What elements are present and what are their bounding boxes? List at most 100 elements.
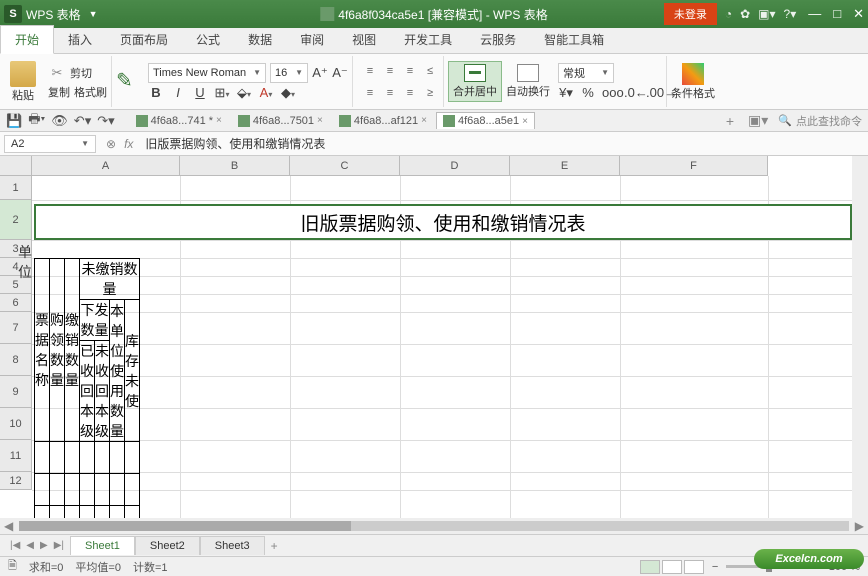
normal-view-button[interactable] bbox=[640, 560, 660, 574]
italic-button[interactable]: I bbox=[170, 85, 186, 100]
close-tab-icon[interactable]: × bbox=[421, 115, 427, 126]
menu-tab-0[interactable]: 开始 bbox=[0, 25, 54, 54]
minimize-button[interactable]: — bbox=[808, 6, 821, 22]
add-sheet-button[interactable]: + bbox=[265, 539, 284, 553]
sheet-title-cell[interactable]: 旧版票据购领、使用和缴销情况表 bbox=[34, 204, 852, 240]
fx-icon[interactable]: fx bbox=[124, 137, 133, 151]
sheet-tab-Sheet2[interactable]: Sheet2 bbox=[135, 536, 200, 555]
fill-color-button[interactable]: ⬙▾ bbox=[236, 85, 252, 101]
format-painter-icon[interactable]: ✎ bbox=[116, 68, 140, 96]
menu-tab-6[interactable]: 视图 bbox=[338, 26, 390, 53]
menu-tab-9[interactable]: 智能工具箱 bbox=[530, 26, 618, 53]
phonetic-button[interactable]: ◆▾ bbox=[280, 85, 296, 101]
align-right-button[interactable]: ≡ bbox=[401, 83, 419, 103]
border-button[interactable]: ⊞▾ bbox=[214, 85, 230, 101]
paste-button[interactable]: 粘贴 bbox=[6, 61, 40, 103]
preview-icon[interactable]: 👁 bbox=[51, 113, 68, 129]
col-header-B[interactable]: B bbox=[180, 156, 290, 176]
increase-decimal-button[interactable]: .0← bbox=[624, 85, 640, 100]
command-search[interactable]: 🔍 点此查找命令 bbox=[778, 113, 862, 129]
cut-button[interactable]: ✂剪切 bbox=[48, 64, 107, 82]
name-box[interactable]: A2▼ bbox=[4, 135, 96, 153]
next-sheet-icon[interactable]: ▶ bbox=[38, 540, 50, 551]
align-bottom-button[interactable]: ≡ bbox=[401, 61, 419, 81]
indent-left-button[interactable]: ≤ bbox=[421, 61, 439, 81]
row-header-8[interactable]: 8 bbox=[0, 344, 32, 376]
tab-list-button[interactable]: ▣▾ bbox=[744, 112, 772, 129]
align-center-button[interactable]: ≡ bbox=[381, 83, 399, 103]
page-view-button[interactable] bbox=[662, 560, 682, 574]
underline-button[interactable]: U bbox=[192, 85, 208, 100]
doc-tab-1[interactable]: 4f6a8...7501× bbox=[231, 112, 330, 130]
sheet-tab-Sheet3[interactable]: Sheet3 bbox=[200, 536, 265, 555]
row-header-10[interactable]: 10 bbox=[0, 408, 32, 440]
comma-button[interactable]: ооо bbox=[602, 85, 618, 100]
vertical-scrollbar[interactable] bbox=[852, 156, 868, 518]
save-icon[interactable]: 💾 bbox=[6, 113, 22, 129]
font-name-select[interactable]: Times New Roman▼ bbox=[148, 63, 266, 83]
decrease-decimal-button[interactable]: .00→ bbox=[646, 85, 662, 100]
percent-button[interactable]: % bbox=[580, 85, 596, 100]
first-sheet-icon[interactable]: |◀ bbox=[8, 540, 22, 551]
col-header-F[interactable]: F bbox=[620, 156, 768, 176]
formula-input[interactable]: 旧版票据购领、使用和缴销情况表 bbox=[139, 133, 868, 154]
close-tab-icon[interactable]: × bbox=[216, 115, 222, 126]
scroll-left-icon[interactable]: ◀ bbox=[0, 519, 17, 533]
close-tab-icon[interactable]: × bbox=[317, 115, 323, 126]
sheet-tab-Sheet1[interactable]: Sheet1 bbox=[70, 536, 135, 555]
cancel-formula-icon[interactable]: ⊗ bbox=[106, 137, 116, 151]
spreadsheet-grid[interactable]: ABCDEF 123456789101112 旧版票据购领、使用和缴销情况表 单… bbox=[0, 156, 868, 534]
menu-tab-8[interactable]: 云服务 bbox=[466, 26, 530, 53]
menu-tab-2[interactable]: 页面布局 bbox=[106, 26, 182, 53]
redo-icon[interactable]: ↷▾ bbox=[97, 113, 114, 129]
currency-button[interactable]: ¥▾ bbox=[558, 85, 574, 101]
wrap-text-button[interactable]: 自动换行 bbox=[506, 64, 550, 99]
merge-center-button[interactable]: 合并居中 bbox=[448, 61, 502, 102]
row-header-6[interactable]: 6 bbox=[0, 294, 32, 312]
row-header-12[interactable]: 12 bbox=[0, 472, 32, 490]
scroll-right-icon[interactable]: ▶ bbox=[851, 519, 868, 533]
print-icon[interactable]: 🖶▾ bbox=[28, 110, 45, 132]
zoom-out-button[interactable]: − bbox=[712, 561, 718, 573]
doc-tab-2[interactable]: 4f6a8...af121× bbox=[332, 112, 434, 130]
gear-icon[interactable]: ✿ bbox=[740, 7, 750, 21]
horizontal-scrollbar[interactable]: ◀ ▶ bbox=[0, 518, 868, 534]
doc-tab-3[interactable]: 4f6a8...a5e1× bbox=[436, 112, 535, 129]
undo-icon[interactable]: ↶▾ bbox=[74, 113, 91, 129]
row-header-11[interactable]: 11 bbox=[0, 440, 32, 472]
col-header-D[interactable]: D bbox=[400, 156, 510, 176]
select-all-corner[interactable] bbox=[0, 156, 32, 176]
prev-sheet-icon[interactable]: ◀ bbox=[24, 540, 36, 551]
font-size-select[interactable]: 16▼ bbox=[270, 63, 308, 83]
indent-right-button[interactable]: ≥ bbox=[421, 83, 439, 103]
col-header-E[interactable]: E bbox=[510, 156, 620, 176]
close-button[interactable]: ✕ bbox=[853, 6, 864, 22]
close-tab-icon[interactable]: × bbox=[522, 116, 528, 127]
bold-button[interactable]: B bbox=[148, 85, 164, 100]
maximize-button[interactable]: □ bbox=[833, 6, 841, 22]
last-sheet-icon[interactable]: ▶| bbox=[52, 540, 66, 551]
help-icon[interactable]: ?▾ bbox=[784, 7, 797, 21]
font-color-button[interactable]: A▾ bbox=[258, 85, 274, 100]
menu-tab-1[interactable]: 插入 bbox=[54, 26, 106, 53]
row-header-2[interactable]: 2 bbox=[0, 200, 32, 240]
menu-tab-7[interactable]: 开发工具 bbox=[390, 26, 466, 53]
login-button[interactable]: 未登录 bbox=[664, 3, 717, 25]
row-header-9[interactable]: 9 bbox=[0, 376, 32, 408]
row-header-1[interactable]: 1 bbox=[0, 176, 32, 200]
reading-view-button[interactable] bbox=[684, 560, 704, 574]
app-menu-dropdown[interactable]: ▼ bbox=[89, 9, 98, 19]
menu-tab-4[interactable]: 数据 bbox=[234, 26, 286, 53]
increase-font-button[interactable]: A⁺ bbox=[312, 65, 328, 81]
row-header-7[interactable]: 7 bbox=[0, 312, 32, 344]
format-painter-button[interactable]: 格式刷 bbox=[74, 84, 107, 100]
copy-button[interactable]: 复制 bbox=[48, 84, 70, 100]
col-header-C[interactable]: C bbox=[290, 156, 400, 176]
decrease-font-button[interactable]: A⁻ bbox=[332, 65, 348, 81]
align-middle-button[interactable]: ≡ bbox=[381, 61, 399, 81]
menu-tab-5[interactable]: 审阅 bbox=[286, 26, 338, 53]
number-format-select[interactable]: 常规▼ bbox=[558, 63, 614, 83]
menu-tab-3[interactable]: 公式 bbox=[182, 26, 234, 53]
new-tab-button[interactable]: + bbox=[722, 113, 738, 129]
align-left-button[interactable]: ≡ bbox=[361, 83, 379, 103]
